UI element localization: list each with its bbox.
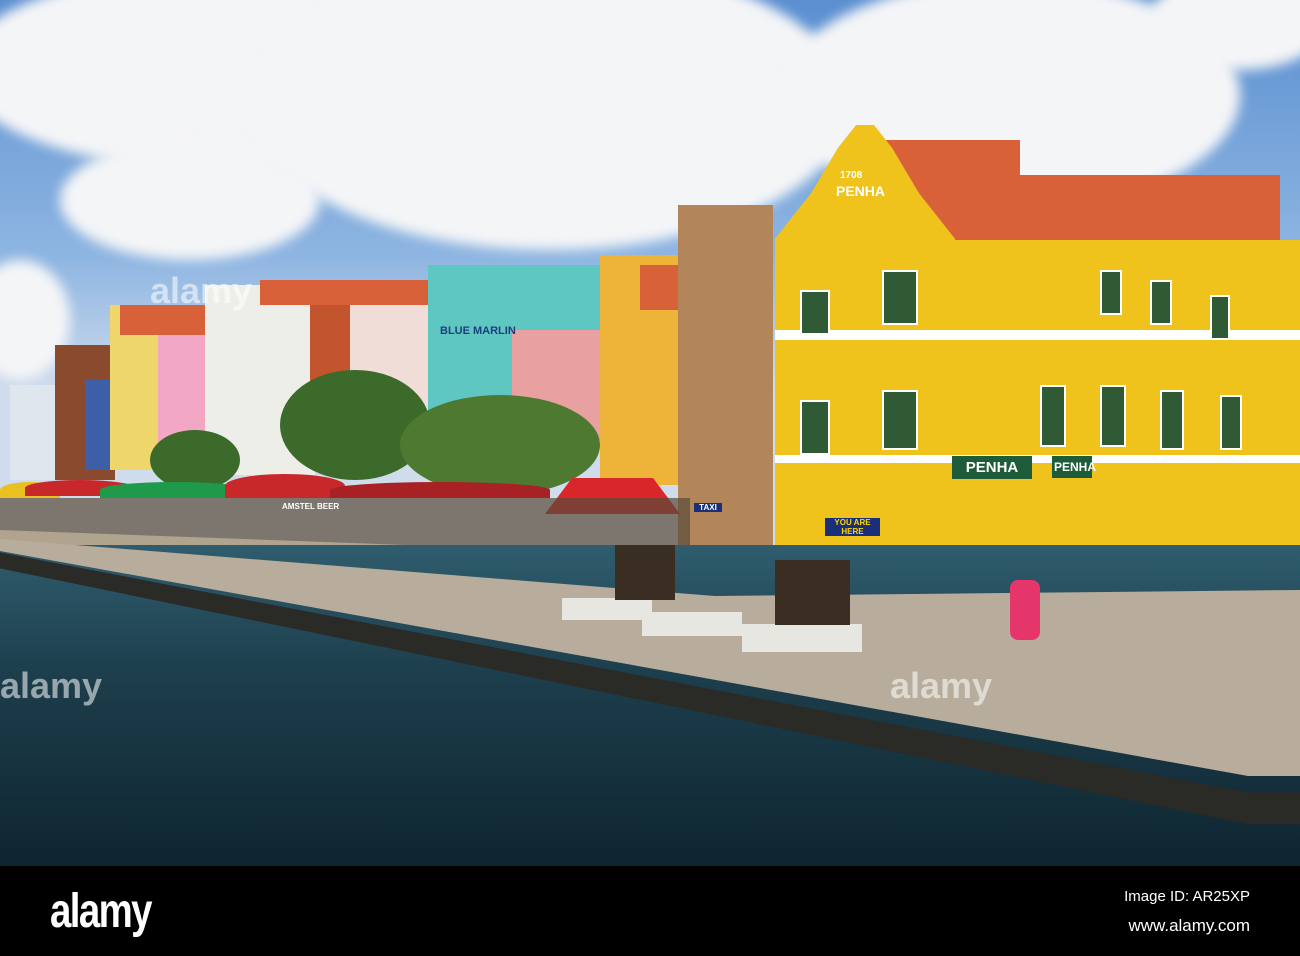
window bbox=[1160, 390, 1184, 450]
watermark: alamy bbox=[890, 665, 993, 706]
trim bbox=[775, 455, 1300, 463]
window bbox=[1100, 385, 1126, 447]
photo: BLUE MARLIN 1708 PENHA PENHA PENHA AMSTE… bbox=[0, 0, 1300, 866]
image-id: Image ID: AR25XP bbox=[1124, 888, 1250, 905]
penha-sign: PENHA bbox=[952, 456, 1032, 479]
window bbox=[1220, 395, 1242, 450]
watermark: alamy bbox=[150, 270, 253, 311]
umbrella bbox=[330, 482, 550, 498]
window bbox=[1210, 295, 1230, 340]
roof bbox=[960, 175, 1280, 245]
window bbox=[800, 290, 830, 335]
site-url: www.alamy.com bbox=[1128, 916, 1250, 935]
taxi-sign: TAXI bbox=[694, 503, 722, 512]
stock-footer: alamy Image ID: AR25XP www.alamy.com bbox=[0, 866, 1300, 956]
window bbox=[800, 400, 830, 455]
watermark: alamy bbox=[0, 665, 103, 706]
umbrella bbox=[225, 474, 345, 498]
penha-gable-label: PENHA bbox=[836, 183, 886, 199]
penha-year: 1708 bbox=[840, 170, 863, 181]
amstel-sign: AMSTEL BEER bbox=[282, 502, 340, 511]
brick-building bbox=[678, 205, 773, 555]
blue-marlin-sign: BLUE MARLIN bbox=[440, 325, 516, 337]
window bbox=[1150, 280, 1172, 325]
window bbox=[882, 390, 918, 450]
cannon bbox=[775, 560, 850, 625]
woman-pink-dress bbox=[1010, 580, 1040, 640]
alamy-logo: alamy bbox=[50, 885, 152, 938]
window bbox=[882, 270, 918, 325]
you-are-here-sign: YOU ARE HERE bbox=[825, 518, 880, 536]
cannon bbox=[615, 545, 675, 600]
window bbox=[1100, 270, 1122, 315]
bench bbox=[742, 624, 862, 652]
building bbox=[10, 385, 55, 480]
bench bbox=[642, 612, 742, 636]
penha-building bbox=[955, 240, 1300, 580]
bench bbox=[562, 598, 652, 620]
penha-sign: PENHA bbox=[1052, 456, 1096, 478]
window bbox=[1040, 385, 1066, 447]
tree bbox=[150, 430, 240, 490]
tree bbox=[400, 395, 600, 495]
